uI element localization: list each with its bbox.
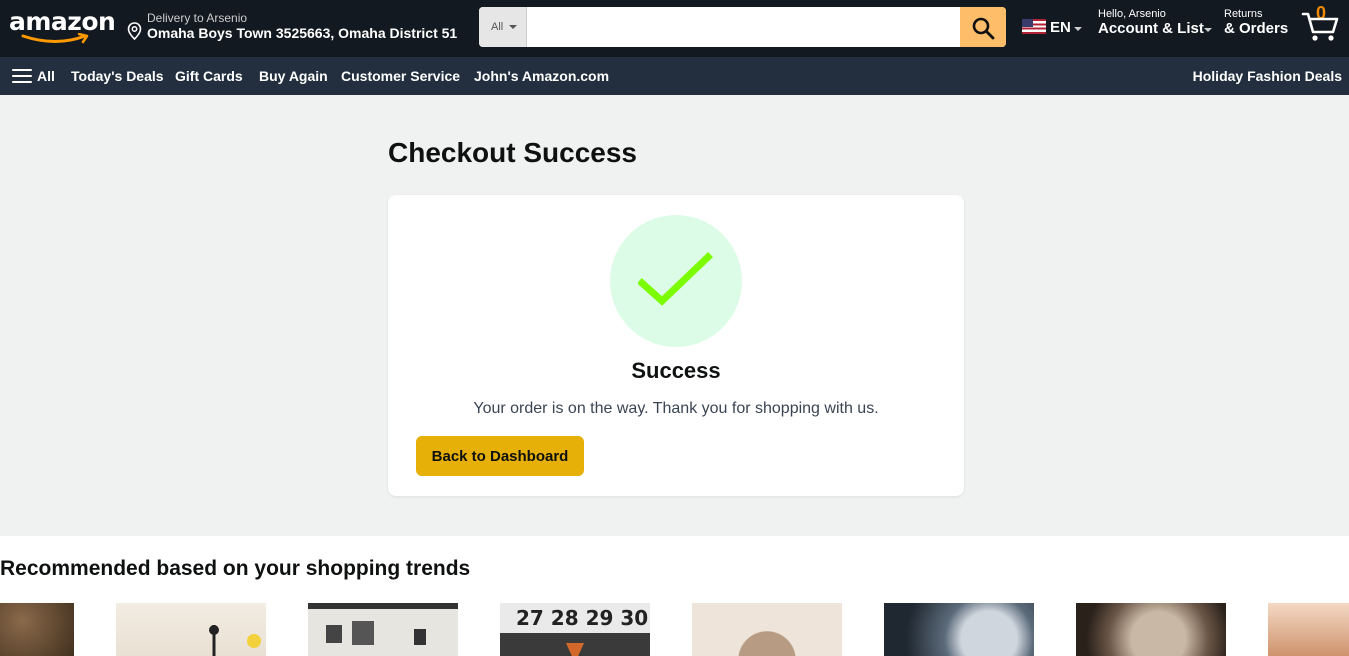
account-label: Account & List xyxy=(1098,20,1204,37)
search-bar: All xyxy=(479,7,1006,47)
product-thumbnail[interactable] xyxy=(1268,603,1349,656)
orders-label: & Orders xyxy=(1224,20,1289,37)
product-thumbnail[interactable] xyxy=(0,603,74,656)
nav-holiday-fashion-deals[interactable]: Holiday Fashion Deals xyxy=(1193,68,1342,84)
search-icon xyxy=(972,17,995,40)
cart-icon xyxy=(1301,12,1339,41)
product-thumbnail[interactable]: 27 28 29 30 31 xyxy=(500,603,650,656)
product-thumbnail[interactable] xyxy=(1076,603,1226,656)
success-badge xyxy=(610,215,742,347)
search-input[interactable] xyxy=(527,7,960,47)
success-title: Success xyxy=(631,358,721,383)
caret-down-icon xyxy=(1074,27,1082,31)
nav-todays-deals[interactable]: Today's Deals xyxy=(71,68,164,84)
recommended-section: Recommended based on your shopping trend… xyxy=(0,536,1349,656)
hamburger-menu-icon[interactable] xyxy=(12,69,32,83)
top-nav: amazon Delivery to Arsenio Omaha Boys To… xyxy=(0,0,1349,57)
sub-nav: All Today's Deals Gift Cards Buy Again C… xyxy=(0,57,1349,95)
main-content: Checkout Success Success Your order is o… xyxy=(0,95,1349,536)
svg-text:27 28 29 30 31: 27 28 29 30 31 xyxy=(516,606,650,630)
back-to-dashboard-button[interactable]: Back to Dashboard xyxy=(416,436,584,476)
delivery-address: Omaha Boys Town 3525663, Omaha District … xyxy=(147,25,458,41)
search-category-dropdown[interactable]: All xyxy=(479,7,527,47)
delivery-label: Delivery to Arsenio xyxy=(147,11,248,25)
product-thumbnail[interactable] xyxy=(692,603,842,656)
nav-all[interactable]: All xyxy=(37,68,55,84)
nav-gift-cards[interactable]: Gift Cards xyxy=(175,68,243,84)
language-code: EN xyxy=(1050,19,1071,36)
nav-customer-service[interactable]: Customer Service xyxy=(341,68,460,84)
success-message: Your order is on the way. Thank you for … xyxy=(473,400,879,417)
product-thumbnail[interactable] xyxy=(308,603,458,656)
smile-arrow-icon xyxy=(21,33,89,44)
logo-text: amazon xyxy=(9,7,116,36)
caret-down-icon xyxy=(1204,28,1212,32)
recommended-title: Recommended based on your shopping trend… xyxy=(0,557,471,580)
search-category-label: All xyxy=(491,21,504,33)
caret-down-icon xyxy=(509,25,517,29)
cart-button[interactable]: 0 xyxy=(1301,3,1341,43)
amazon-logo[interactable]: amazon xyxy=(9,7,116,47)
returns-orders[interactable]: Returns & Orders xyxy=(1224,8,1288,37)
product-thumbnail[interactable] xyxy=(884,603,1034,656)
page-title: Checkout Success xyxy=(388,137,637,168)
location-pin-icon xyxy=(127,22,142,40)
nav-johns-amazon[interactable]: John's Amazon.com xyxy=(474,68,609,84)
success-card: Success Your order is on the way. Thank … xyxy=(388,195,964,496)
us-flag-icon xyxy=(1022,19,1046,34)
search-button[interactable] xyxy=(960,7,1006,47)
account-menu[interactable]: Hello, Arsenio Account & List xyxy=(1098,8,1213,37)
checkmark-icon xyxy=(638,252,713,306)
nav-buy-again[interactable]: Buy Again xyxy=(259,68,328,84)
product-thumbnail[interactable] xyxy=(116,603,266,656)
